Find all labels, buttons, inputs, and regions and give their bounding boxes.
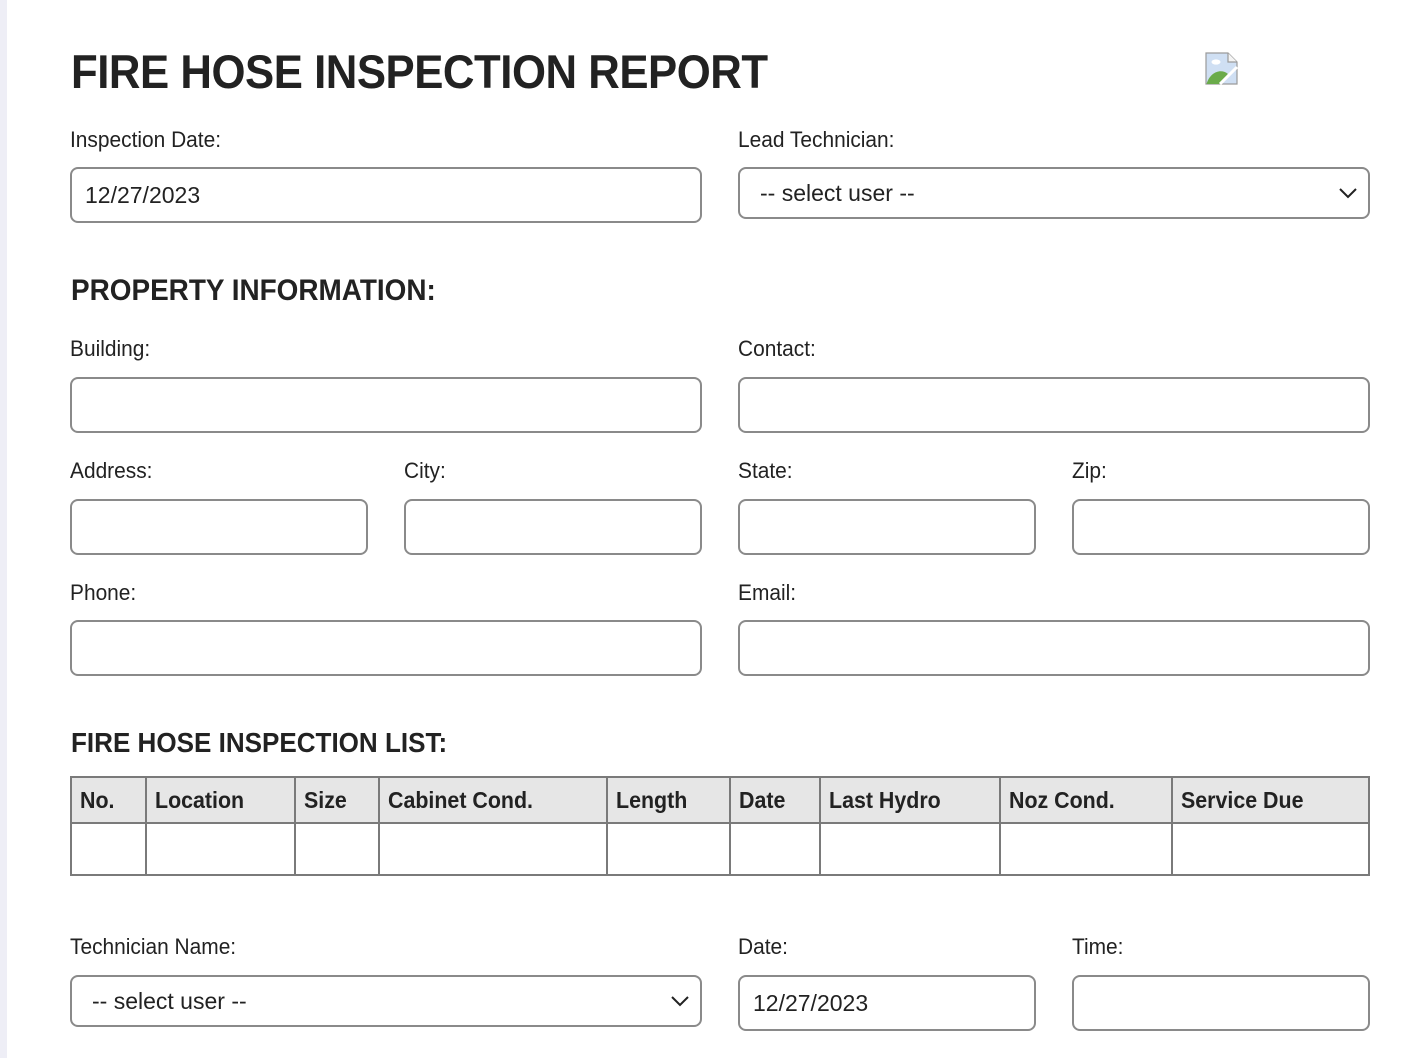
- signoff-date-label: Date:: [738, 934, 788, 959]
- column-header-service-due: Service Due: [1171, 776, 1370, 824]
- table-header-row: No. Location Size Cabinet Cond. Length D…: [70, 776, 1370, 824]
- cell-noz-cond[interactable]: [998, 822, 1174, 876]
- cell-service-due[interactable]: [1171, 822, 1370, 876]
- left-edge-strip: [0, 0, 7, 1058]
- lead-technician-select[interactable]: -- select user --: [738, 167, 1370, 219]
- broken-image-icon: [1205, 52, 1238, 85]
- page-title: FIRE HOSE INSPECTION REPORT: [71, 45, 768, 98]
- chevron-down-icon: [671, 996, 689, 1007]
- column-header-last-hydro: Last Hydro: [818, 776, 1001, 824]
- column-header-noz-cond: Noz Cond.: [998, 776, 1174, 824]
- table-row: [70, 822, 1370, 876]
- column-header-cabinet-cond: Cabinet Cond.: [378, 776, 609, 824]
- state-input[interactable]: [738, 499, 1036, 555]
- technician-name-select[interactable]: -- select user --: [70, 975, 702, 1027]
- cell-no[interactable]: [70, 822, 147, 876]
- column-header-no: No.: [70, 776, 147, 824]
- cell-location[interactable]: [144, 822, 296, 876]
- contact-input[interactable]: [738, 377, 1370, 433]
- contact-label: Contact:: [738, 336, 816, 361]
- address-input[interactable]: [70, 499, 368, 555]
- property-section-title: PROPERTY INFORMATION:: [71, 274, 436, 307]
- inspection-list-table: No. Location Size Cabinet Cond. Length D…: [70, 776, 1370, 876]
- building-label: Building:: [70, 336, 151, 361]
- email-input[interactable]: [738, 620, 1370, 676]
- zip-label: Zip:: [1072, 458, 1107, 483]
- technician-name-label: Technician Name:: [70, 934, 237, 959]
- column-header-size: Size: [293, 776, 381, 824]
- email-label: Email:: [738, 580, 797, 605]
- cell-size[interactable]: [293, 822, 381, 876]
- column-header-date: Date: [728, 776, 821, 824]
- lead-technician-selected: -- select user --: [760, 179, 915, 206]
- phone-input[interactable]: [70, 620, 702, 676]
- chevron-down-icon: [1339, 188, 1357, 199]
- cell-last-hydro[interactable]: [818, 822, 1001, 876]
- address-label: Address:: [70, 458, 153, 483]
- inspection-list-title: FIRE HOSE INSPECTION LIST:: [71, 727, 448, 758]
- state-label: State:: [738, 458, 793, 483]
- city-input[interactable]: [404, 499, 702, 555]
- inspection-date-label: Inspection Date:: [70, 127, 222, 152]
- cell-date[interactable]: [728, 822, 821, 876]
- cell-cabinet-cond[interactable]: [378, 822, 609, 876]
- city-label: City:: [404, 458, 446, 483]
- column-header-location: Location: [144, 776, 296, 824]
- signoff-time-input[interactable]: [1072, 975, 1370, 1031]
- technician-name-selected: -- select user --: [92, 987, 247, 1014]
- lead-technician-label: Lead Technician:: [738, 127, 895, 152]
- column-header-length: Length: [606, 776, 731, 824]
- signoff-time-label: Time:: [1072, 934, 1124, 959]
- signoff-date-input[interactable]: [738, 975, 1036, 1031]
- building-input[interactable]: [70, 377, 702, 433]
- phone-label: Phone:: [70, 580, 137, 605]
- cell-length[interactable]: [606, 822, 731, 876]
- zip-input[interactable]: [1072, 499, 1370, 555]
- inspection-date-input[interactable]: [70, 167, 702, 223]
